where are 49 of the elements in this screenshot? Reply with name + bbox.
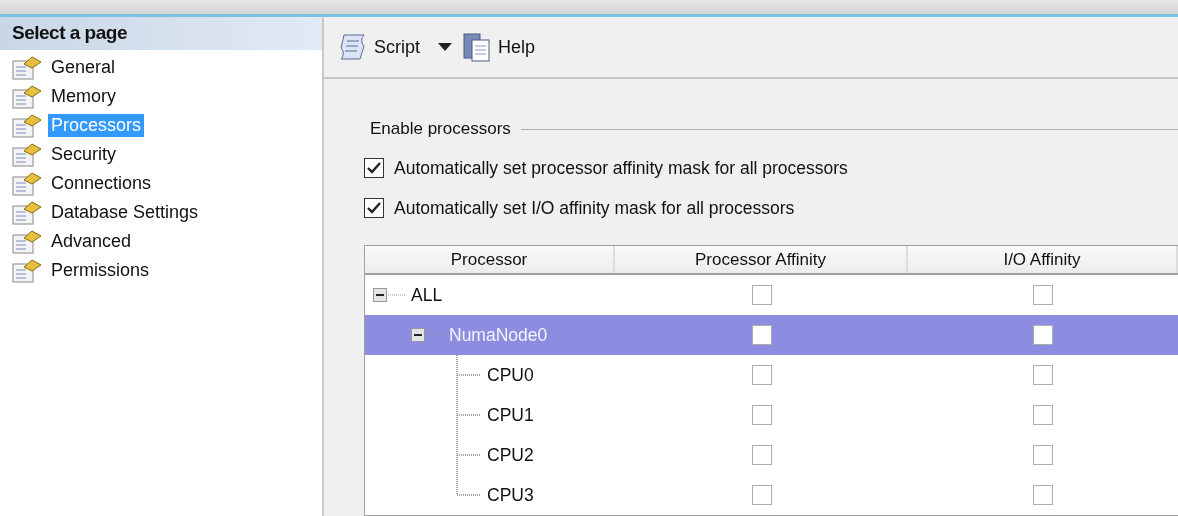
script-button[interactable]: Script — [338, 32, 420, 62]
sidebar-item[interactable]: Memory — [48, 85, 119, 108]
sidebar-item[interactable]: Connections — [48, 172, 155, 195]
column-header[interactable]: I/O Affinity — [908, 246, 1178, 273]
column-header[interactable]: Processor — [365, 246, 615, 273]
page-icon — [12, 55, 42, 80]
page-icon — [12, 171, 42, 196]
page-icon — [12, 200, 42, 225]
collapse-icon[interactable] — [373, 288, 407, 302]
checkbox[interactable] — [751, 365, 772, 385]
help-button[interactable]: Help — [462, 32, 536, 62]
sidebar-title: Select a page — [0, 17, 322, 50]
page-icon — [12, 229, 42, 254]
node-label: CPU2 — [487, 444, 534, 466]
checkbox[interactable] — [1033, 405, 1053, 425]
sidebar-item[interactable]: Database Settings — [48, 201, 202, 224]
sidebar-item[interactable]: Security — [48, 143, 120, 166]
group-title: Enable processors — [369, 119, 511, 139]
checkbox-label: Automatically set processor affinity mask for all processors — [394, 157, 848, 179]
collapse-icon[interactable] — [411, 328, 445, 342]
node-label: NumaNode0 — [449, 324, 548, 346]
sidebar-item[interactable]: Advanced — [48, 230, 135, 253]
checkbox[interactable] — [751, 325, 772, 345]
checkbox[interactable] — [751, 405, 772, 425]
page-icon — [12, 113, 42, 138]
page-icon — [12, 142, 42, 167]
checkbox[interactable] — [1033, 365, 1053, 385]
node-label: CPU1 — [487, 404, 534, 426]
sidebar-item[interactable]: Permissions — [48, 259, 153, 282]
checkbox[interactable] — [364, 158, 384, 178]
dropdown-arrow-icon[interactable] — [438, 43, 452, 51]
sidebar-item[interactable]: General — [48, 56, 119, 79]
checkbox[interactable] — [364, 198, 384, 218]
page-icon — [12, 258, 42, 283]
checkbox[interactable] — [751, 485, 772, 505]
checkbox[interactable] — [1033, 445, 1053, 465]
document-icon — [462, 32, 492, 62]
node-label: ALL — [411, 284, 443, 306]
checkbox-label: Automatically set I/O affinity mask for all processors — [394, 197, 795, 219]
checkbox[interactable] — [1033, 485, 1053, 505]
node-label: CPU0 — [487, 364, 534, 386]
node-label: CPU3 — [487, 484, 534, 506]
column-header[interactable]: Processor Affinity — [615, 246, 908, 273]
scroll-icon — [338, 32, 368, 62]
checkbox[interactable] — [751, 445, 772, 465]
checkbox[interactable] — [1033, 325, 1053, 345]
page-icon — [12, 84, 42, 109]
checkbox[interactable] — [1033, 285, 1053, 305]
checkbox[interactable] — [751, 285, 772, 305]
